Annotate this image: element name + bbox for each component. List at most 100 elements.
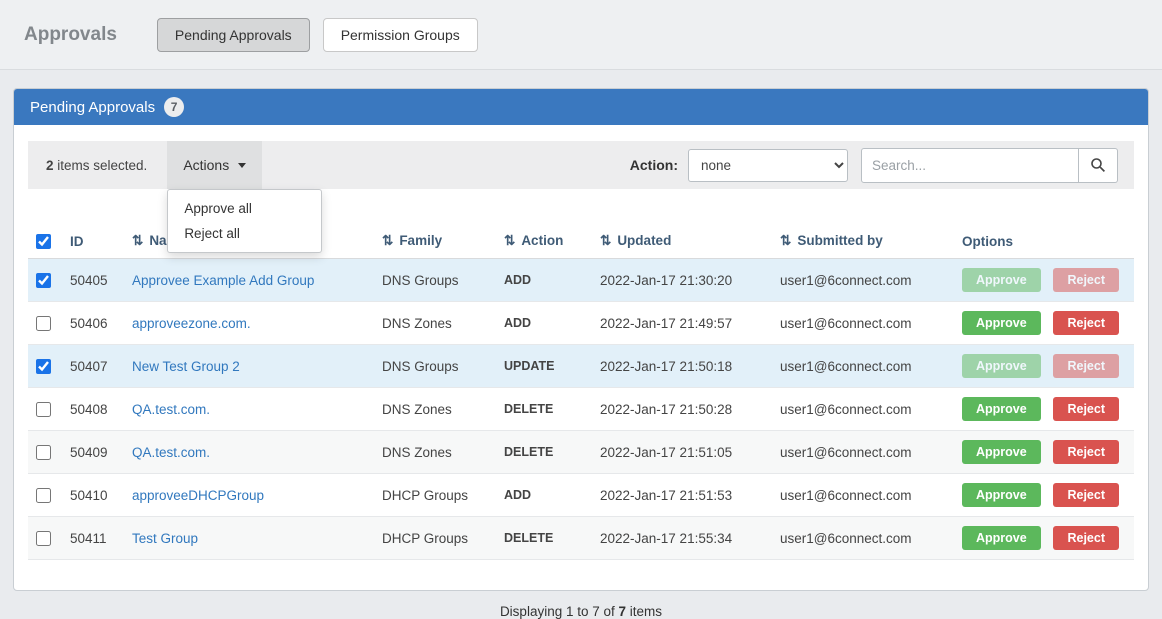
tab-pending-approvals[interactable]: Pending Approvals xyxy=(157,18,310,52)
reject-button[interactable]: Reject xyxy=(1053,354,1119,378)
approve-button[interactable]: Approve xyxy=(962,483,1041,507)
select-all-checkbox[interactable] xyxy=(36,234,51,249)
pagination-status: Displaying 1 to 7 of 7 items xyxy=(28,604,1134,619)
panel-title: Pending Approvals xyxy=(30,99,155,116)
row-action: ADD xyxy=(496,259,592,302)
sort-icon[interactable]: ⇅ xyxy=(780,233,791,248)
column-header-family[interactable]: ⇅ Family xyxy=(374,227,496,259)
approve-button[interactable]: Approve xyxy=(962,397,1041,421)
approve-button[interactable]: Approve xyxy=(962,440,1041,464)
row-select-checkbox[interactable] xyxy=(36,488,51,503)
row-select-checkbox[interactable] xyxy=(36,402,51,417)
row-submitted-by: user1@6connect.com xyxy=(772,474,954,517)
row-submitted-by: user1@6connect.com xyxy=(772,302,954,345)
approve-button[interactable]: Approve xyxy=(962,268,1041,292)
row-updated: 2022-Jan-17 21:50:28 xyxy=(592,388,772,431)
approve-button[interactable]: Approve xyxy=(962,526,1041,550)
sort-icon[interactable]: ⇅ xyxy=(382,233,393,248)
page-title: Approvals xyxy=(24,24,117,46)
table-row: 50405 Approvee Example Add Group DNS Gro… xyxy=(28,259,1134,302)
table-row: 50409 QA.test.com. DNS Zones DELETE 2022… xyxy=(28,431,1134,474)
column-header-id: ID xyxy=(62,227,124,259)
table-body: 50405 Approvee Example Add Group DNS Gro… xyxy=(28,259,1134,560)
row-action: DELETE xyxy=(496,517,592,560)
row-submitted-by: user1@6connect.com xyxy=(772,388,954,431)
tab-permission-groups[interactable]: Permission Groups xyxy=(323,18,478,52)
row-id: 50405 xyxy=(62,259,124,302)
row-action: DELETE xyxy=(496,431,592,474)
row-name-link[interactable]: Test Group xyxy=(132,531,198,546)
row-family: DHCP Groups xyxy=(374,474,496,517)
column-label-action: Action xyxy=(521,233,563,248)
row-submitted-by: user1@6connect.com xyxy=(772,345,954,388)
row-action: UPDATE xyxy=(496,345,592,388)
pending-approvals-panel: Pending Approvals 7 2 items selected. Ac… xyxy=(13,88,1149,591)
sort-icon[interactable]: ⇅ xyxy=(132,233,143,248)
column-label-family: Family xyxy=(399,233,442,248)
panel-body: 2 items selected. Actions Approve all Re… xyxy=(14,125,1148,590)
search-input[interactable] xyxy=(861,148,1079,183)
row-select-checkbox[interactable] xyxy=(36,445,51,460)
sort-icon[interactable]: ⇅ xyxy=(504,233,515,248)
menu-item-approve-all[interactable]: Approve all xyxy=(168,196,321,221)
row-action: ADD xyxy=(496,474,592,517)
actions-button-label: Actions xyxy=(183,157,229,173)
reject-button[interactable]: Reject xyxy=(1053,440,1119,464)
column-header-submitted-by[interactable]: ⇅ Submitted by xyxy=(772,227,954,259)
actions-dropdown-button[interactable]: Actions xyxy=(167,141,262,189)
column-header-options: Options xyxy=(954,227,1134,259)
reject-button[interactable]: Reject xyxy=(1053,311,1119,335)
approve-button[interactable]: Approve xyxy=(962,354,1041,378)
pagination-suffix: items xyxy=(626,604,662,619)
table-row: 50410 approveeDHCPGroup DHCP Groups ADD … xyxy=(28,474,1134,517)
row-select-checkbox[interactable] xyxy=(36,531,51,546)
row-name-link[interactable]: New Test Group 2 xyxy=(132,359,240,374)
selection-label: items selected. xyxy=(54,158,148,173)
actions-dropdown: Actions Approve all Reject all xyxy=(167,141,262,189)
reject-button[interactable]: Reject xyxy=(1053,483,1119,507)
row-name-link[interactable]: approveezone.com. xyxy=(132,316,251,331)
row-id: 50409 xyxy=(62,431,124,474)
menu-item-reject-all[interactable]: Reject all xyxy=(168,221,321,246)
sort-icon[interactable]: ⇅ xyxy=(600,233,611,248)
actions-dropdown-menu: Approve all Reject all xyxy=(167,189,322,253)
row-name-link[interactable]: QA.test.com. xyxy=(132,445,210,460)
column-label-updated: Updated xyxy=(617,233,671,248)
row-family: DNS Zones xyxy=(374,431,496,474)
action-select[interactable]: none xyxy=(688,149,848,182)
row-id: 50410 xyxy=(62,474,124,517)
reject-button[interactable]: Reject xyxy=(1053,526,1119,550)
panel-header: Pending Approvals 7 xyxy=(14,89,1148,125)
row-family: DNS Zones xyxy=(374,302,496,345)
row-select-checkbox[interactable] xyxy=(36,359,51,374)
reject-button[interactable]: Reject xyxy=(1053,268,1119,292)
row-select-checkbox[interactable] xyxy=(36,316,51,331)
approve-button[interactable]: Approve xyxy=(962,311,1041,335)
row-family: DNS Groups xyxy=(374,259,496,302)
row-id: 50406 xyxy=(62,302,124,345)
app-header: Approvals Pending Approvals Permission G… xyxy=(0,0,1162,70)
row-select-checkbox[interactable] xyxy=(36,273,51,288)
row-name-link[interactable]: QA.test.com. xyxy=(132,402,210,417)
search-button[interactable] xyxy=(1079,148,1118,183)
row-name-link[interactable]: approveeDHCPGroup xyxy=(132,488,264,503)
row-id: 50411 xyxy=(62,517,124,560)
row-updated: 2022-Jan-17 21:30:20 xyxy=(592,259,772,302)
column-header-updated[interactable]: ⇅ Updated xyxy=(592,227,772,259)
row-updated: 2022-Jan-17 21:51:53 xyxy=(592,474,772,517)
row-action: DELETE xyxy=(496,388,592,431)
row-family: DNS Zones xyxy=(374,388,496,431)
selection-status: 2 items selected. xyxy=(46,158,147,173)
count-badge: 7 xyxy=(164,97,184,117)
row-updated: 2022-Jan-17 21:51:05 xyxy=(592,431,772,474)
pagination-total: 7 xyxy=(619,604,627,619)
reject-button[interactable]: Reject xyxy=(1053,397,1119,421)
column-label-submitted-by: Submitted by xyxy=(797,233,883,248)
table-row: 50408 QA.test.com. DNS Zones DELETE 2022… xyxy=(28,388,1134,431)
column-header-action[interactable]: ⇅ Action xyxy=(496,227,592,259)
row-name-link[interactable]: Approvee Example Add Group xyxy=(132,273,314,288)
approvals-table: ID ⇅Name ⇅Family ⇅Action ⇅Updated ⇅Submi… xyxy=(28,227,1134,560)
action-select-label: Action: xyxy=(630,157,678,173)
toolbar: 2 items selected. Actions Approve all Re… xyxy=(28,141,1134,189)
selection-count: 2 xyxy=(46,158,54,173)
